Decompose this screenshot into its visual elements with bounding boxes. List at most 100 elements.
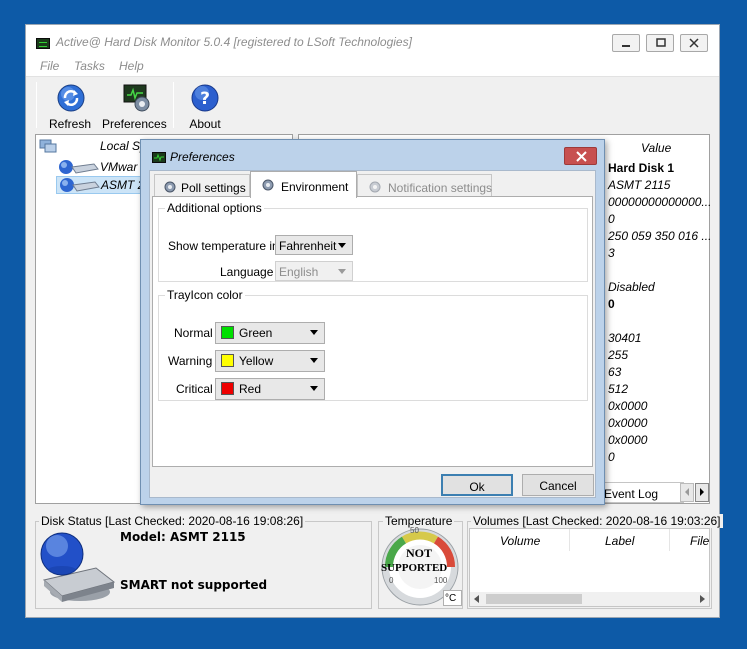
critical-color-select[interactable]: Red (215, 378, 325, 400)
svg-text:?: ? (200, 89, 210, 109)
tree-item-label: VMwar (100, 160, 138, 174)
title-bar[interactable]: Active@ Hard Disk Monitor 5.0.4 [registe… (26, 25, 719, 55)
hard-disk-status-icon (40, 532, 116, 602)
window-title: Active@ Hard Disk Monitor 5.0.4 [registe… (56, 35, 412, 49)
menu-tasks[interactable]: Tasks (74, 59, 105, 73)
tab-environment[interactable]: Environment (250, 171, 357, 198)
detail-value: 00000000000000... (608, 195, 712, 209)
cancel-button[interactable]: Cancel (522, 474, 594, 496)
detail-value: ASMT 2115 (608, 178, 671, 192)
tab-poll-settings[interactable]: Poll settings (154, 174, 250, 197)
chevron-left-icon (685, 488, 689, 496)
preferences-label: Preferences (102, 117, 167, 131)
detail-value: 30401 (608, 331, 642, 345)
detail-value: 3 (608, 246, 615, 260)
chevron-down-icon (338, 243, 346, 248)
close-button[interactable] (680, 34, 708, 52)
additional-options-title: Additional options (165, 201, 264, 215)
hard-disk-icon (59, 160, 99, 174)
disk-model: Model: ASMT 2115 (120, 530, 246, 544)
column-header-volume[interactable]: Volume (470, 529, 570, 551)
temperature-unit: °C (445, 593, 457, 604)
refresh-label: Refresh (48, 117, 92, 131)
gear-icon (262, 179, 274, 191)
temperature-unit-select[interactable]: Fahrenheit (275, 235, 353, 255)
minimize-button[interactable] (612, 34, 640, 52)
yellow-swatch (221, 354, 234, 367)
scroll-left-icon (474, 595, 479, 603)
green-swatch (221, 326, 234, 339)
computer-icon (39, 139, 57, 153)
hard-disk-icon (60, 178, 100, 192)
chevron-down-icon (310, 358, 318, 363)
warning-color-label: Warning (168, 354, 213, 368)
minimize-icon (622, 45, 630, 47)
column-header-label[interactable]: Label (570, 529, 670, 551)
volumes-title: Volumes [Last Checked: 2020-08-16 19:03:… (471, 514, 723, 528)
column-header-file[interactable]: File (670, 529, 709, 551)
gauge-tick-0: 0 (389, 576, 394, 585)
dialog-title: Preferences (170, 150, 235, 164)
close-icon (689, 38, 699, 48)
detail-value: 0x0000 (608, 416, 648, 430)
smart-status: SMART not supported (120, 578, 268, 592)
help-question-icon: ? (191, 84, 219, 112)
about-button[interactable]: ? About (181, 80, 229, 131)
gear-icon (164, 181, 176, 193)
detail-value: 0 (608, 297, 615, 311)
tab-scroll-left-button[interactable] (680, 483, 694, 502)
chevron-right-icon (700, 488, 704, 496)
gauge-tick-50: 50 (410, 526, 419, 535)
menu-bar: File Tasks Help (26, 55, 719, 77)
preferences-monitor-gear-icon (123, 84, 150, 112)
value-column-header[interactable]: Value (641, 141, 671, 155)
detail-value: Hard Disk 1 (608, 161, 675, 175)
toolbar: Refresh Preferences ? About (26, 78, 719, 133)
dialog-close-button[interactable] (564, 147, 597, 165)
preferences-dialog: Preferences Poll settings Environment No… (140, 139, 605, 505)
temperature-not-label: NOT (406, 546, 433, 560)
show-temperature-label: Show temperature in (168, 239, 279, 253)
detail-value: 250 059 350 016 ... (608, 229, 712, 243)
warning-color-select[interactable]: Yellow (215, 350, 325, 372)
environment-tab-page: Additional options Show temperature in F… (152, 196, 593, 467)
detail-value: 0x0000 (608, 433, 648, 447)
detail-value: 0 (608, 212, 615, 226)
restore-icon (656, 38, 666, 47)
disk-status-title: Disk Status [Last Checked: 2020-08-16 19… (39, 514, 306, 528)
tab-scroll-right-button[interactable] (695, 483, 709, 502)
refresh-button[interactable]: Refresh (44, 80, 96, 131)
tree-item-label: ASMT 2 (101, 178, 145, 192)
menu-file[interactable]: File (40, 59, 59, 73)
menu-help[interactable]: Help (119, 59, 144, 73)
language-select[interactable]: English (275, 261, 353, 281)
normal-color-select[interactable]: Green (215, 322, 325, 344)
detail-value: 512 (608, 382, 629, 396)
app-monitor-icon (36, 38, 50, 49)
preferences-button[interactable]: Preferences (102, 80, 167, 131)
normal-color-label: Normal (174, 326, 213, 340)
tab-event-log[interactable]: Event Log (596, 482, 684, 503)
gauge-tick-100: 100 (434, 576, 448, 585)
refresh-icon (57, 84, 85, 112)
toolbar-separator (173, 82, 174, 128)
volumes-list[interactable]: Volume Label File (469, 528, 710, 607)
app-monitor-icon (152, 152, 166, 163)
detail-value: Disabled (608, 280, 655, 294)
tab-notification-settings[interactable]: Notification settings (357, 174, 492, 197)
critical-color-label: Critical (176, 382, 213, 396)
gear-icon (369, 181, 381, 193)
toolbar-grip (36, 82, 37, 128)
scrollbar-thumb[interactable] (486, 594, 582, 604)
restore-button[interactable] (646, 34, 674, 52)
detail-value: 255 (608, 348, 629, 362)
volumes-horizontal-scrollbar[interactable] (470, 592, 709, 606)
dialog-body: Poll settings Environment Notification s… (149, 170, 596, 498)
event-log-label: Event Log (604, 487, 659, 501)
temperature-supported-label: SUPPORTED (381, 562, 448, 574)
chevron-down-icon (310, 330, 318, 335)
ok-button[interactable]: Ok (441, 474, 513, 496)
detail-value: 0x0000 (608, 399, 648, 413)
red-swatch (221, 382, 234, 395)
temperature-unit-box: °C (443, 590, 462, 606)
